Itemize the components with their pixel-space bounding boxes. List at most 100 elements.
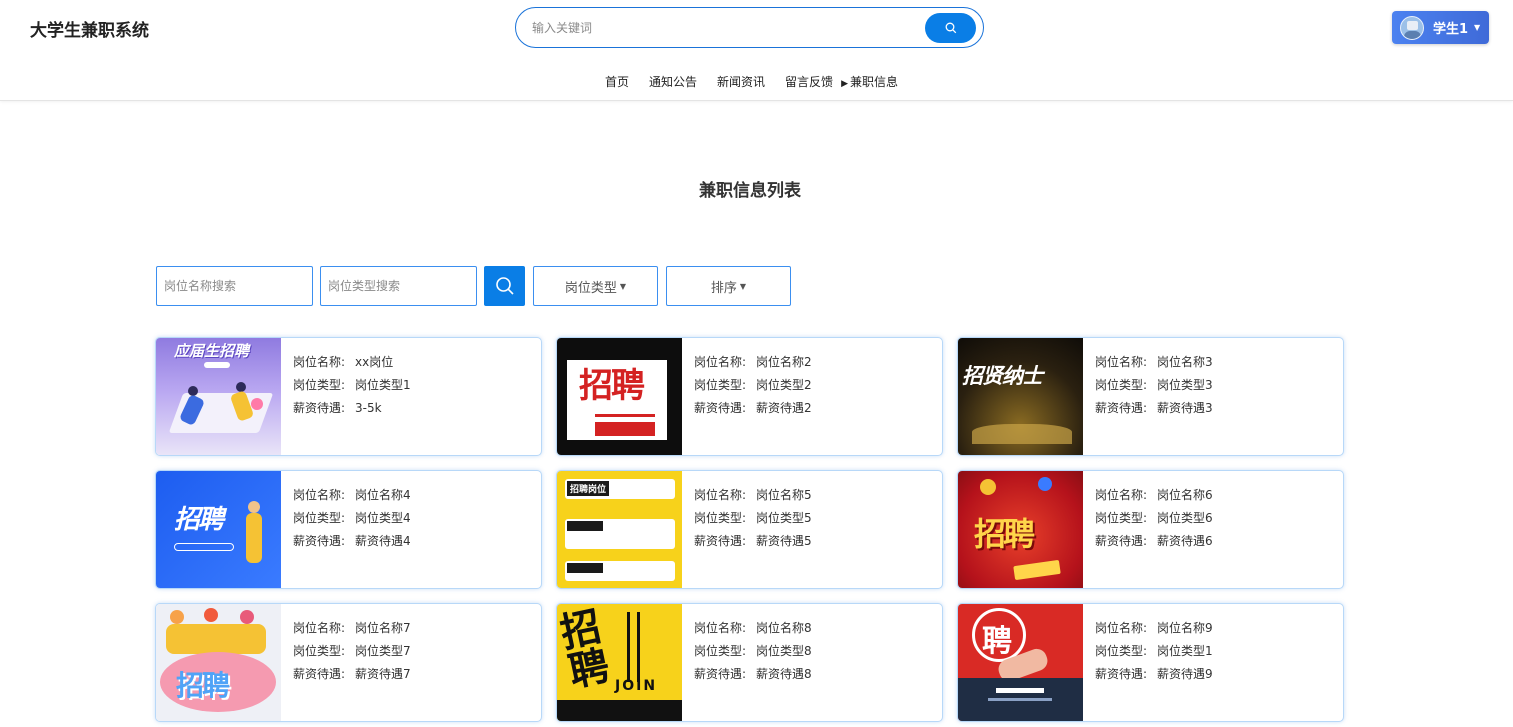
job-info: 岗位名称: 岗位名称7 岗位类型: 岗位类型7 薪资待遇: 薪资待遇7 [293,617,411,686]
job-image: 招聘 [958,471,1083,588]
job-salary-value: 薪资待遇5 [756,534,812,548]
job-name-value: 岗位名称3 [1157,355,1213,369]
job-card[interactable]: 招聘岗位 岗位名称: 岗位名称5 岗位类型: 岗位类型5 薪资待遇: 薪资待遇5 [556,470,943,589]
job-salary-label: 薪资待遇: [1095,534,1148,548]
job-salary-value: 薪资待遇3 [1157,401,1213,415]
nav-item-notices[interactable]: 通知公告 [649,73,697,90]
job-type-label: 岗位类型: [293,378,346,392]
search-icon [495,277,514,295]
site-logo[interactable]: 大学生兼职系统 [30,16,149,41]
chevron-down-icon: ▼ [739,281,747,291]
job-salary-label: 薪资待遇: [1095,667,1148,681]
nav-item-home[interactable]: 首页 [605,73,629,90]
user-menu-button[interactable]: 学生1 ▼ [1392,11,1489,44]
job-card[interactable]: 招聘 岗位名称: 岗位名称2 岗位类型: 岗位类型2 薪资待遇: 薪资待遇2 [556,337,943,456]
job-salary-label: 薪资待遇: [293,667,346,681]
job-type-value: 岗位类型3 [1157,378,1213,392]
job-salary-value: 薪资待遇9 [1157,667,1213,681]
job-salary-label: 薪资待遇: [293,534,346,548]
job-name-label: 岗位名称: [694,488,747,502]
chevron-down-icon: ▼ [619,281,627,291]
main-nav: 首页 通知公告 新闻资讯 留言反馈 ▶ 兼职信息 [605,73,938,90]
job-type-label: 岗位类型: [1095,511,1148,525]
page-title: 兼职信息列表 [699,181,801,201]
job-card[interactable]: 应届生招聘 岗位名称: xx岗位 岗位类型: 岗位类型1 薪资待遇: 3-5k [155,337,542,456]
job-info: 岗位名称: 岗位名称6 岗位类型: 岗位类型6 薪资待遇: 薪资待遇6 [1095,484,1213,553]
job-salary-label: 薪资待遇: [694,534,747,548]
job-salary-value: 3-5k [355,401,382,415]
job-info: 岗位名称: 岗位名称5 岗位类型: 岗位类型5 薪资待遇: 薪资待遇5 [694,484,812,553]
job-image: 招贤纳士 [958,338,1083,455]
job-card[interactable]: 招聘 岗位名称: 岗位名称4 岗位类型: 岗位类型4 薪资待遇: 薪资待遇4 [155,470,542,589]
job-type-value: 岗位类型1 [355,378,411,392]
job-type-value: 岗位类型2 [756,378,812,392]
job-card[interactable]: 招聘 岗位名称: 岗位名称6 岗位类型: 岗位类型6 薪资待遇: 薪资待遇6 [957,470,1344,589]
job-type-value: 岗位类型8 [756,644,812,658]
job-name-value: 岗位名称2 [756,355,812,369]
job-name-label: 岗位名称: [694,355,747,369]
job-name-label: 岗位名称: [293,621,346,635]
job-image: 招聘 [557,338,682,455]
job-salary-value: 薪资待遇2 [756,401,812,415]
job-card[interactable]: 招聘 JOIN 岗位名称: 岗位名称8 岗位类型: 岗位类型8 薪资待遇: 薪资待遇8 [556,603,943,722]
chevron-down-icon: ▼ [1474,23,1481,32]
job-image: 聘 [958,604,1083,721]
job-type-value: 岗位类型6 [1157,511,1213,525]
job-card[interactable]: 聘 岗位名称: 岗位名称9 岗位类型: 岗位类型1 薪资待遇: 薪资待遇9 [957,603,1344,722]
job-name-value: 岗位名称7 [355,621,411,635]
job-type-dropdown[interactable]: 岗位类型 ▼ [533,266,658,306]
job-name-label: 岗位名称: [694,621,747,635]
job-name-label: 岗位名称: [293,355,346,369]
job-card[interactable]: 招聘 岗位名称: 岗位名称7 岗位类型: 岗位类型7 薪资待遇: 薪资待遇7 [155,603,542,722]
job-info: 岗位名称: 岗位名称9 岗位类型: 岗位类型1 薪资待遇: 薪资待遇9 [1095,617,1213,686]
job-salary-value: 薪资待遇8 [756,667,812,681]
job-type-label: 岗位类型: [293,644,346,658]
global-search-input[interactable] [532,18,912,38]
global-search-box [515,7,984,48]
job-salary-label: 薪资待遇: [694,667,747,681]
job-name-label: 岗位名称: [1095,621,1148,635]
filter-search-button[interactable] [484,266,525,306]
job-type-value: 岗位类型4 [355,511,411,525]
job-info: 岗位名称: xx岗位 岗位类型: 岗位类型1 薪资待遇: 3-5k [293,351,411,420]
job-info: 岗位名称: 岗位名称8 岗位类型: 岗位类型8 薪资待遇: 薪资待遇8 [694,617,812,686]
job-image: 招聘 JOIN [557,604,682,721]
job-name-value: 岗位名称8 [756,621,812,635]
job-salary-label: 薪资待遇: [694,401,747,415]
user-name: 学生1 [1433,22,1469,37]
search-icon [945,22,956,34]
job-card-grid: 应届生招聘 岗位名称: xx岗位 岗位类型: 岗位类型1 薪资待遇: 3-5k 招聘 … [155,337,1345,727]
nav-item-news[interactable]: 新闻资讯 [717,73,765,90]
job-type-label: 岗位类型: [694,511,747,525]
job-info: 岗位名称: 岗位名称3 岗位类型: 岗位类型3 薪资待遇: 薪资待遇3 [1095,351,1213,420]
job-image: 招聘岗位 [557,471,682,588]
avatar [1400,15,1424,40]
job-name-search-input[interactable] [156,266,313,306]
sort-dropdown[interactable]: 排序 ▼ [666,266,791,306]
job-info: 岗位名称: 岗位名称2 岗位类型: 岗位类型2 薪资待遇: 薪资待遇2 [694,351,812,420]
job-info: 岗位名称: 岗位名称4 岗位类型: 岗位类型4 薪资待遇: 薪资待遇4 [293,484,411,553]
nav-item-feedback[interactable]: 留言反馈 [785,73,833,90]
job-card[interactable]: 招贤纳士 岗位名称: 岗位名称3 岗位类型: 岗位类型3 薪资待遇: 薪资待遇3 [957,337,1344,456]
job-type-value: 岗位类型1 [1157,644,1213,658]
job-name-value: 岗位名称9 [1157,621,1213,635]
job-salary-label: 薪资待遇: [1095,401,1148,415]
nav-item-jobs[interactable]: ▶ 兼职信息 [841,73,918,90]
job-type-search-input[interactable] [320,266,477,306]
nav-item-jobs-label: 兼职信息 [849,75,898,89]
job-image: 招聘 [156,471,281,588]
job-salary-value: 薪资待遇4 [355,534,411,548]
job-type-label: 岗位类型: [1095,378,1148,392]
job-type-value: 岗位类型5 [756,511,812,525]
job-name-value: 岗位名称4 [355,488,411,502]
job-image: 招聘 [156,604,281,721]
job-name-value: xx岗位 [355,355,394,369]
job-name-label: 岗位名称: [1095,488,1148,502]
job-salary-value: 薪资待遇6 [1157,534,1213,548]
triangle-right-icon: ▶ [841,79,848,89]
job-type-dropdown-label: 岗位类型 [564,280,617,296]
job-type-value: 岗位类型7 [355,644,411,658]
job-name-label: 岗位名称: [1095,355,1148,369]
job-type-label: 岗位类型: [694,378,747,392]
global-search-button[interactable] [925,13,976,43]
